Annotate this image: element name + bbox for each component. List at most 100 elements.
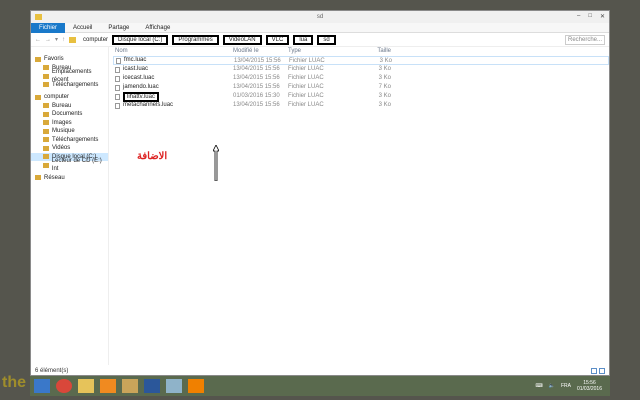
paint-icon[interactable] (166, 379, 182, 393)
back-button[interactable]: ← (35, 37, 41, 43)
tab-affichage[interactable]: Affichage (137, 25, 178, 31)
desktop-icon (43, 65, 49, 71)
file-size: 3 Ko (378, 93, 391, 99)
file-size: 3 Ko (378, 75, 391, 81)
title-bar: sd – □ ✕ (31, 11, 609, 23)
file-row[interactable]: lihattv.luac 01/03/2016 15:30 Fichier LUAC… (113, 91, 609, 102)
file-type: Fichier LUAC (288, 66, 324, 72)
up-button[interactable]: ↑ (62, 37, 65, 43)
crumb-computer[interactable]: computer (83, 37, 108, 43)
tab-partage[interactable]: Partage (100, 25, 137, 31)
file-size: 3 Ko (379, 58, 392, 64)
nav-item[interactable]: Lecteur de CD (E:) Int (31, 158, 108, 172)
tab-fichier[interactable]: Fichier (31, 22, 66, 33)
nav-favoris[interactable]: Favoris (31, 55, 108, 64)
file-size: 3 Ko (378, 66, 391, 72)
file-name: fmc.luac (124, 57, 147, 63)
forward-button[interactable]: → (45, 37, 51, 43)
annotation-label: الاضافة (137, 151, 168, 162)
file-type: Fichier LUAC (289, 58, 325, 64)
file-date: 13/04/2015 15:56 (233, 84, 280, 90)
file-row[interactable]: fmc.luac 13/04/2015 15:56 Fichier LUAC 3 Ko (113, 56, 609, 65)
close-button[interactable]: ✕ (600, 13, 605, 20)
file-icon (115, 66, 120, 73)
nav-item[interactable]: Images (31, 119, 108, 128)
file-date: 13/04/2015 15:56 (233, 102, 280, 108)
crumb-programmes[interactable]: Programmes (172, 34, 219, 45)
download-icon (43, 82, 49, 88)
file-date: 01/03/2016 15:30 (233, 93, 280, 99)
file-row[interactable]: metachannels.luac 13/04/2015 15:56 Fichier… (113, 101, 609, 110)
cd-icon (43, 162, 49, 168)
crumb-videolan[interactable]: VideoLAN (222, 34, 262, 45)
nav-item[interactable]: Emplacements récent (31, 69, 108, 83)
nav-item[interactable]: Téléchargements (31, 81, 108, 90)
icons-view-button[interactable] (599, 368, 605, 374)
system-tray: ⌨ 🔈 FRA 15:56 01/03/2016 (536, 380, 610, 392)
nav-label: Favoris (44, 56, 64, 62)
nav-label: Images (52, 119, 72, 126)
tab-accueil[interactable]: Accueil (65, 25, 100, 31)
file-date: 13/04/2015 15:56 (234, 58, 281, 64)
folder-icon (43, 103, 49, 109)
file-row[interactable]: icecast.luac 13/04/2015 15:56 Fichier LUAC… (113, 74, 609, 83)
arrow-annotation (213, 145, 219, 181)
folder-icon (43, 120, 49, 126)
nav-reseau[interactable]: Réseau (31, 174, 108, 183)
nav-item[interactable]: Musique (31, 127, 108, 136)
crumb-vlc[interactable]: VLC (265, 34, 290, 45)
crumb-sd[interactable]: sd (317, 34, 336, 45)
folder-icon (43, 145, 49, 151)
file-icon (115, 84, 120, 91)
recent-dropdown[interactable]: ▾ (55, 36, 58, 43)
col-type[interactable]: Type (288, 47, 361, 56)
file-list: Nom Modifié le Type Taille fmc.luac 13/04… (113, 47, 609, 365)
file-name-cell: fmc.luac (114, 57, 234, 64)
clock[interactable]: 15:56 01/03/2016 (577, 380, 602, 392)
nav-item[interactable]: Vidéos (31, 144, 108, 153)
nav-item[interactable]: Documents (31, 110, 108, 119)
crumb-disque[interactable]: Disque local (C:) (112, 34, 169, 45)
file-name: metachannels.luac (123, 102, 174, 108)
file-type: Fichier LUAC (288, 102, 324, 108)
file-icon (115, 93, 120, 100)
file-row[interactable]: icast.luac 13/04/2015 15:56 Fichier LUAC 3 … (113, 65, 609, 74)
nav-label: Téléchargements (52, 136, 99, 143)
file-name-cell: lihattv.luac (113, 91, 233, 102)
keyboard-icon[interactable]: ⌨ (536, 383, 543, 389)
details-view-button[interactable] (591, 368, 597, 374)
file-type: Fichier LUAC (288, 84, 324, 90)
computer-icon (35, 94, 41, 100)
recent-icon (43, 73, 49, 79)
nav-label: Lecteur de CD (E:) Int (51, 157, 102, 173)
language-indicator[interactable]: FRA (561, 383, 571, 389)
file-name: icast.luac (123, 66, 149, 72)
file-icon (115, 102, 120, 109)
minimize-button[interactable]: – (577, 13, 580, 20)
clock-date: 01/03/2016 (576, 386, 602, 392)
file-row[interactable]: jamendo.luac 13/04/2015 15:56 Fichier LUAC… (113, 83, 609, 92)
network-icon (35, 175, 41, 181)
file-icon (116, 57, 121, 64)
ribbon-tabs: Fichier Accueil Partage Affichage (31, 22, 609, 33)
nav-item[interactable]: Téléchargements (31, 136, 108, 145)
col-size[interactable]: Taille (361, 47, 391, 56)
volume-icon[interactable]: 🔈 (549, 383, 555, 389)
watermark-logo: the (0, 300, 150, 400)
file-name-cell: icast.luac (113, 65, 233, 74)
nav-computer[interactable]: computer (31, 93, 108, 102)
vlc-icon[interactable] (188, 379, 204, 393)
col-date[interactable]: Modifié le (233, 47, 288, 56)
nav-label: Réseau (44, 174, 65, 181)
window-title: sd (316, 14, 324, 20)
column-headers: Nom Modifié le Type Taille (113, 47, 609, 56)
maximize-button[interactable]: □ (588, 13, 592, 20)
search-input[interactable]: Recherche... (565, 34, 605, 45)
nav-item[interactable]: Bureau (31, 102, 108, 111)
folder-icon (43, 137, 49, 143)
nav-label: Documents (52, 111, 83, 117)
nav-label: Bureau (52, 102, 72, 109)
col-name[interactable]: Nom (113, 47, 233, 56)
crumb-lua[interactable]: lua (293, 34, 314, 45)
folder-icon (43, 111, 49, 117)
